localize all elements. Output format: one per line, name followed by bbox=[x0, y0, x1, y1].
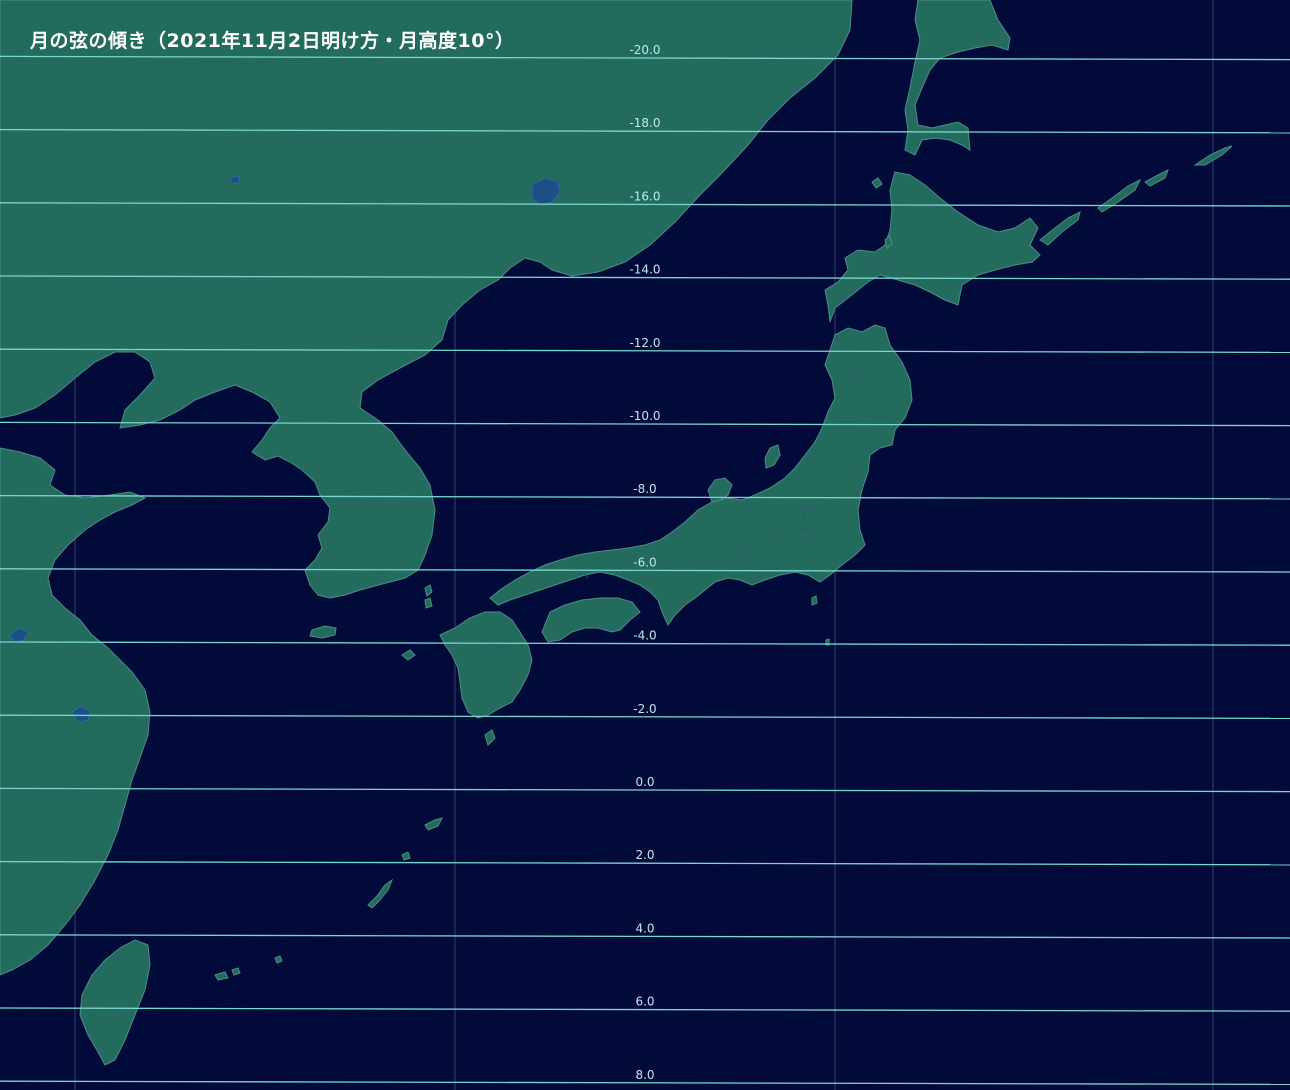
contour-label: -6.0 bbox=[633, 555, 656, 569]
contour-label: 2.0 bbox=[635, 848, 654, 862]
contour-label: 6.0 bbox=[635, 995, 654, 1009]
contour-label: 0.0 bbox=[635, 775, 654, 789]
contour-label: 4.0 bbox=[635, 921, 654, 935]
contour-label: -4.0 bbox=[633, 629, 656, 643]
map-title: 月の弦の傾き（2021年11月2日明け方・月高度10°） bbox=[30, 30, 515, 52]
contour-label: -2.0 bbox=[633, 702, 656, 716]
map-canvas[interactable]: -20.0 -18.0 -16.0 -14.0 -12.0 -10.0 -8.0 -6.0 -4… bbox=[0, 0, 1290, 1090]
izu-island bbox=[811, 595, 818, 606]
ryukyu-islet bbox=[274, 955, 283, 964]
contour-label: -18.0 bbox=[629, 116, 660, 130]
contour-label: -10.0 bbox=[629, 409, 660, 423]
contour-label: 8.0 bbox=[635, 1068, 654, 1082]
contour-label: -8.0 bbox=[633, 482, 656, 496]
contour-label: -20.0 bbox=[629, 43, 660, 57]
contour-label: -14.0 bbox=[629, 263, 660, 277]
contour-label: -12.0 bbox=[629, 336, 660, 350]
contour-label: -16.0 bbox=[629, 189, 660, 203]
